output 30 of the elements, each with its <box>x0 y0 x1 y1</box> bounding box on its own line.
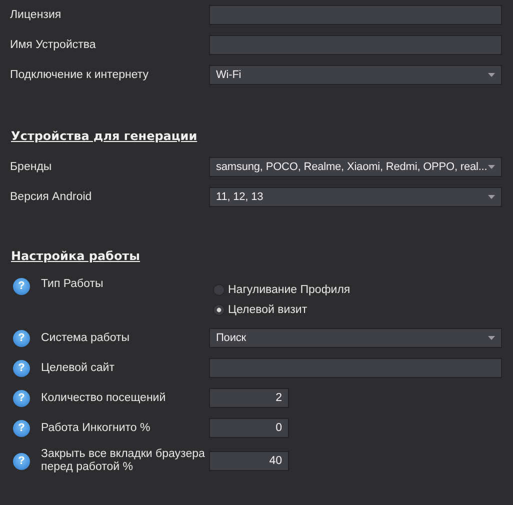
field-label: Лицензия <box>10 8 62 22</box>
number-field[interactable]: 2 <box>209 388 289 408</box>
caret-icon <box>488 195 495 199</box>
radio-label: Целевой визит <box>228 304 308 316</box>
dropdown[interactable]: Поиск <box>209 328 502 348</box>
dropdown[interactable]: samsung, POCO, Realme, Xiaomi, Redmi, OPPO, real... <box>209 157 502 177</box>
field-label: Работа Инкогнито % <box>41 422 150 434</box>
number-field[interactable]: 40 <box>209 451 289 471</box>
input-field[interactable] <box>209 35 502 55</box>
field-label: Тип Работы <box>41 278 104 291</box>
field-label: Закрыть все вкладки браузера перед работой % <box>41 448 206 474</box>
field-label: Бренды <box>10 160 52 174</box>
radio-label: Нагуливание Профиля <box>228 284 350 296</box>
caret-icon <box>488 73 495 77</box>
section-heading: Устройства для генерации <box>11 129 198 143</box>
radio-button[interactable] <box>213 304 225 316</box>
caret-icon <box>488 165 495 169</box>
number-field[interactable]: 0 <box>209 418 289 438</box>
field-label: Подключение к интернету <box>10 68 149 82</box>
input-field[interactable] <box>209 5 502 25</box>
input-field[interactable] <box>209 358 502 378</box>
caret-icon <box>488 336 495 340</box>
section-heading: Настройка работы <box>11 249 140 263</box>
field-label: Система работы <box>41 332 130 344</box>
field-label: Количество посещений <box>41 392 166 404</box>
field-label: Имя Устройства <box>10 38 96 52</box>
dropdown[interactable]: 11, 12, 13 <box>209 187 502 207</box>
field-label: Версия Android <box>10 190 92 204</box>
field-label: Целевой сайт <box>41 362 114 374</box>
dropdown[interactable]: Wi-Fi <box>209 65 502 85</box>
